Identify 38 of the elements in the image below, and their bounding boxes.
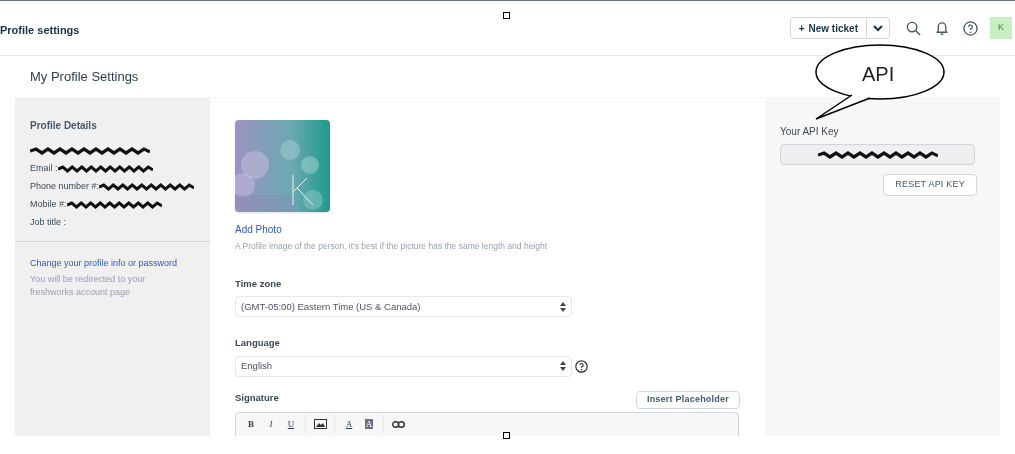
selection-handle[interactable] [503,432,510,439]
selection-handle[interactable] [503,12,510,19]
profile-link[interactable]: Change your profile info or password [30,257,195,271]
time-zone-select[interactable]: (GMT-05:00) Eastern Time (US & Canada) [235,296,572,318]
page-title: My Profile Settings [30,67,139,86]
font-color-tool-button[interactable]: A [339,415,359,434]
field-label: Phone number #: [30,179,100,193]
field-label: Job title : [30,215,67,229]
photo-hint: A Profile image of the person, it's best if the picture has the same length and height [235,240,549,254]
field-label: Your API Key [780,125,840,139]
help-icon[interactable] [575,359,588,373]
page-header-title: Profile settings [0,22,80,38]
sort-arrows-icon [560,361,566,372]
bell-icon[interactable] [935,20,949,36]
section-heading: Profile Details [30,119,98,133]
field-label: Mobile #: [30,197,67,211]
chevron-down-icon [873,24,883,32]
insert-placeholder-button[interactable]: Insert Placeholder [635,390,740,409]
image-icon [313,419,327,430]
field-label: Language [235,336,281,351]
field-label: Time zone [235,277,283,292]
help-icon[interactable] [963,20,978,36]
underline-tool-button[interactable]: U [281,415,301,434]
reset-api-key-button[interactable]: RESET API KEY [883,174,977,196]
language-select[interactable]: English [235,355,572,377]
bold-tool-button[interactable]: B [241,415,261,434]
signature-editor[interactable]: B I U A A [235,411,739,436]
add-photo-link[interactable]: Add Photo [235,222,282,238]
search-icon[interactable] [906,20,921,36]
italic-tool-button[interactable]: I [261,415,281,434]
callout-text: API [862,62,895,87]
link-icon [391,420,405,428]
redirect-note: You will be redirected to your freshworks account page [30,272,147,299]
field-label: Email : [30,161,58,175]
highlight-tool-button[interactable]: A [359,415,379,434]
field-label: Signature [235,391,279,406]
sort-arrows-icon [560,301,566,312]
avatar[interactable]: K [990,17,1012,39]
